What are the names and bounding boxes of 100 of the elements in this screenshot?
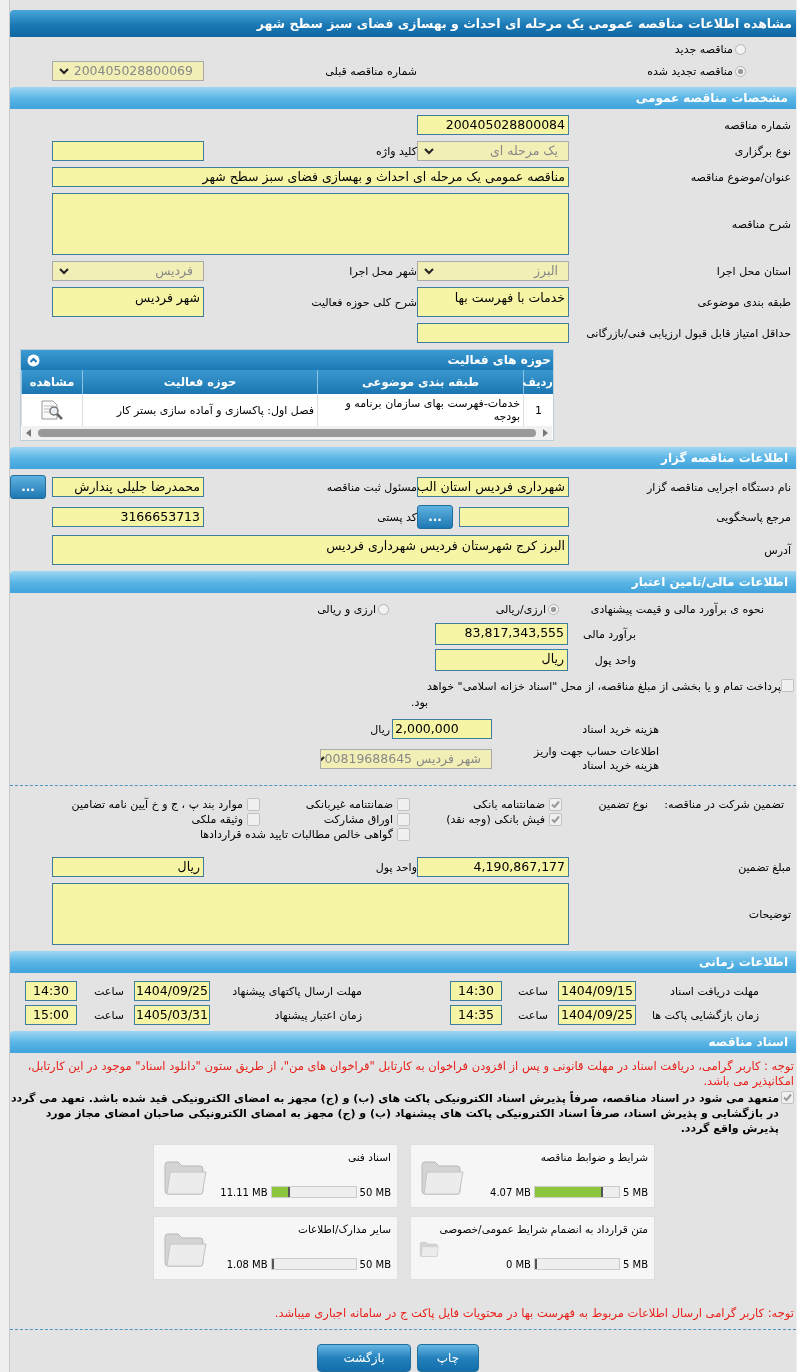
checkbox[interactable] <box>247 813 260 826</box>
input-field[interactable]: 4,190,867,177 <box>417 857 569 877</box>
file-size-limit: 50 MB <box>359 1258 391 1270</box>
input-field[interactable]: 3166653713 <box>52 507 204 527</box>
input-field[interactable]: محمدرضا جلیلی پندارش <box>52 477 204 497</box>
checkbox[interactable] <box>397 828 410 841</box>
field-label: شماره مناقصه <box>724 118 791 132</box>
checkbox[interactable] <box>549 813 562 826</box>
file-title: شرایط و ضوابط مناقصه <box>540 1151 648 1163</box>
browse-button[interactable]: ... <box>417 505 453 529</box>
radio-label: ارزی/ریالی <box>495 602 546 616</box>
unit-label: ریال <box>370 722 390 736</box>
field-label: ساعت <box>518 1008 548 1022</box>
section-header: اطلاعات مناقصه گزار <box>10 447 796 469</box>
radio-button[interactable] <box>548 603 559 615</box>
field-label: شماره مناقصه قبلی <box>325 64 417 78</box>
field-label: ساعت <box>94 1008 124 1022</box>
checkbox-label: موارد بند پ ، ج و خ آیین نامه تضامین <box>71 798 243 811</box>
column-header: حوزه فعالیت <box>82 370 317 394</box>
time-field[interactable]: 14:35 <box>450 1005 502 1025</box>
checkbox[interactable] <box>397 798 410 811</box>
input-field[interactable]: 200405028800084 <box>417 115 569 135</box>
checkbox[interactable] <box>397 813 410 826</box>
date-field[interactable]: 1404/09/25 <box>558 1005 636 1025</box>
input-field[interactable]: ریال <box>435 649 568 671</box>
input-field[interactable]: 83,817,343,555 <box>435 623 568 645</box>
field-label: نحوه ی برآورد مالی و قیمت پیشنهادی <box>589 602 764 616</box>
column-header: طبقه بندی موضوعی <box>317 370 523 394</box>
field-label: برآورد مالی <box>583 627 636 641</box>
collapse-icon[interactable] <box>27 353 40 367</box>
time-field[interactable]: 14:30 <box>25 981 77 1001</box>
field-label: مبلغ تضمین <box>738 860 791 874</box>
checkbox[interactable] <box>247 798 260 811</box>
text-area[interactable] <box>52 883 569 945</box>
checkbox-label: ضمانتنامه غیربانکی <box>305 798 393 811</box>
radio-label: مناقصه جدید <box>674 42 733 56</box>
notice-text: توجه: کاربر گرامی ارسال اطلاعات مربوط به فهرست بها در محتویات فایل پاکت ج در سامانه اجباری میباشد. <box>273 1306 795 1321</box>
page-title: مشاهده اطلاعات مناقصه عمومی یک مرحله ای احداث و بهسازی فضای سبز سطح شهر <box>10 10 796 37</box>
text-area[interactable] <box>52 193 569 255</box>
document-search-icon[interactable] <box>40 399 64 421</box>
field-label: عنوان/موضوع مناقصه <box>690 170 791 184</box>
section-header: مشخصات مناقصه عمومی <box>10 87 796 109</box>
file-size-limit: 5 MB <box>622 1258 648 1270</box>
section-header: اطلاعات مالی/تامین اعتبار <box>10 571 796 593</box>
input-field[interactable]: خدمات با فهرست بها <box>417 287 569 317</box>
input-field[interactable]: شهر فردیس <box>52 287 204 317</box>
field-label: آدرس <box>764 543 791 557</box>
checkbox-label: اوراق مشارکت <box>323 813 393 826</box>
checkbox-label: وثیقه ملکی <box>191 813 243 826</box>
field-label: هزینه خرید اسناد <box>582 722 659 736</box>
time-field[interactable]: 15:00 <box>25 1005 77 1025</box>
input-field[interactable]: 2,000,000 <box>392 719 492 739</box>
field-label: تضمین شرکت در مناقصه: <box>664 798 784 811</box>
file-title: سایر مدارک/اطلاعات <box>298 1223 391 1235</box>
input-field[interactable] <box>417 323 569 343</box>
action-button[interactable]: بازگشت <box>317 1344 411 1372</box>
field-label: نوع تضمین <box>598 798 648 811</box>
file-size: 1.08 MB <box>226 1258 268 1270</box>
date-field[interactable]: 1404/09/25 <box>134 981 210 1001</box>
input-field[interactable]: شهرداری فردیس استان الب <box>417 477 569 497</box>
input-field[interactable]: البرز کرج شهرستان فردیس شهرداری فردیس <box>52 535 569 565</box>
field-label: زمان اعتبار پیشنهاد <box>274 1008 362 1022</box>
field-label: زمان بازگشایی پاکت ها <box>651 1008 759 1022</box>
checkbox[interactable] <box>549 798 562 811</box>
checkbox[interactable] <box>781 679 794 692</box>
field-label: مهلت دریافت اسناد <box>670 984 759 998</box>
field-label: حداقل امتیاز قابل قبول ارزیابی فنی/بازرگانی <box>586 326 791 340</box>
chevron-down-icon <box>59 67 69 75</box>
input-field[interactable] <box>52 141 204 161</box>
file-size: 4.07 MB <box>490 1186 531 1198</box>
radio-label: مناقصه تجدید شده <box>647 64 733 78</box>
file-title: متن قرارداد به انضمام شرایط عمومی/خصوصی <box>439 1223 648 1235</box>
file-size-limit: 5 MB <box>622 1186 648 1198</box>
commitment-text: متعهد می شود در اسناد مناقصه، صرفاً پذیرش اسناد الکترونیکی پاکت های (ب) و (ج) مجهز به امضای الکترونیکی قید شده باشد. تعهد می گردد در بازگشایی و پذیرش اسناد، صرفاً اسناد الکترونیکی پاکت های پیشنهاد (ب) و (ج) مجهز به امضای الکترونیکی صاحبان امضای مجاز مورد پذیرش واقع گردد. <box>10 1091 779 1136</box>
action-button[interactable]: چاپ <box>417 1344 479 1372</box>
section-header: اطلاعات زمانی <box>10 951 796 973</box>
date-field[interactable]: 1405/03/31 <box>134 1005 210 1025</box>
file-size: 11.11 MB <box>220 1186 268 1198</box>
date-field[interactable]: 1404/09/15 <box>558 981 636 1001</box>
field-label: شرح کلی حوزه فعالیت <box>311 295 417 309</box>
browse-button[interactable]: ... <box>10 475 46 499</box>
input-field[interactable]: مناقصه عمومی یک مرحله ای احداث و بهسازی فضای سبز سطح شهر <box>52 167 569 187</box>
table-title: حوزه های فعالیت <box>447 353 551 367</box>
time-field[interactable]: 14:30 <box>450 981 502 1001</box>
field-label: طبقه بندی موضوعی <box>697 295 791 309</box>
field-label: مهلت ارسال پاکتهای پیشنهاد <box>232 984 362 998</box>
input-field[interactable]: ریال <box>52 857 204 877</box>
radio-label: ارزی و ریالی <box>317 602 376 616</box>
field-label: واحد پول <box>375 860 417 874</box>
field-label: نوع برگزاری <box>734 144 791 158</box>
radio-button[interactable] <box>378 603 389 615</box>
chevron-down-icon <box>424 267 434 275</box>
file-size-limit: 50 MB <box>359 1186 391 1198</box>
input-field[interactable] <box>459 507 569 527</box>
radio-button[interactable] <box>735 65 746 77</box>
horizontal-scrollbar[interactable] <box>22 426 552 440</box>
column-header: ردیف <box>523 370 553 394</box>
radio-button[interactable] <box>735 43 746 55</box>
table-cell: فصل اول: پاکسازی و آماده سازی بستر کار <box>116 403 314 417</box>
checkbox[interactable] <box>781 1091 794 1104</box>
